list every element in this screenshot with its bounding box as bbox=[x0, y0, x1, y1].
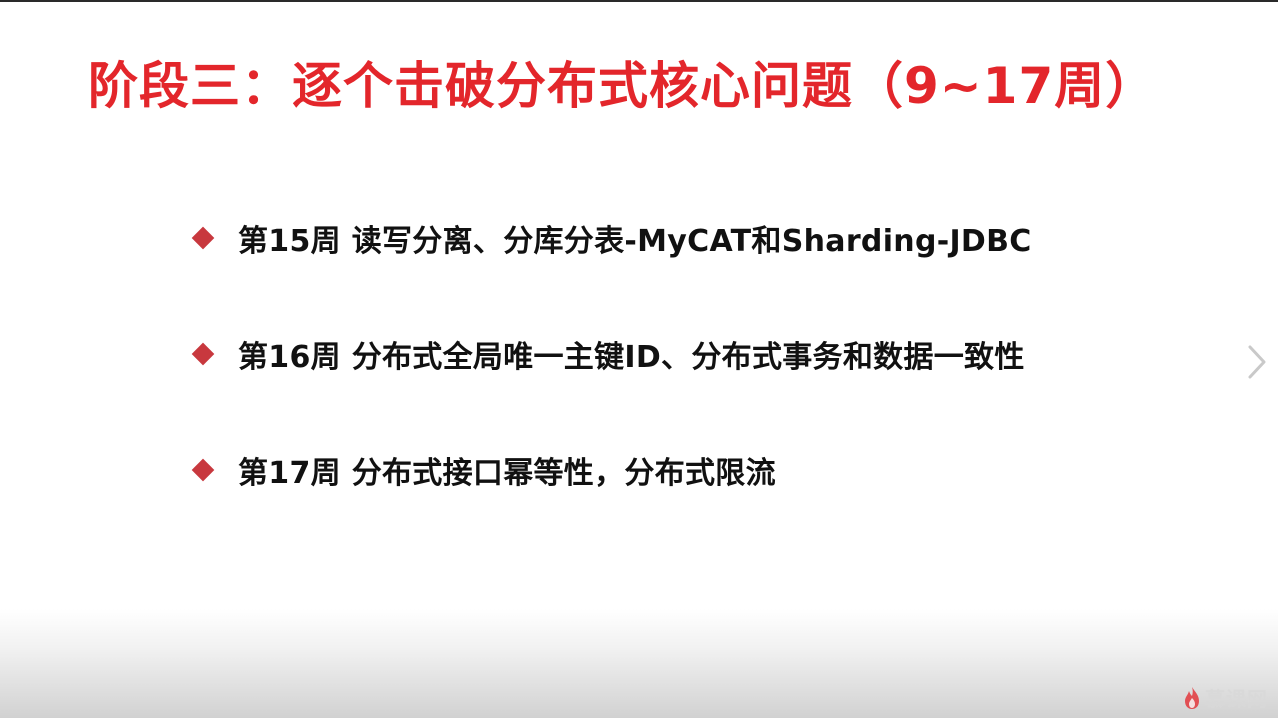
diamond-bullet-icon bbox=[191, 458, 215, 482]
slide-title: 阶段三：逐个击破分布式核心问题（9~17周） bbox=[88, 57, 1157, 115]
bullet-item-week-17: 第17周 分布式接口幂等性，分布式限流 bbox=[191, 442, 1032, 498]
bullet-list: 第15周 读写分离、分库分表-MyCAT和Sharding-JDBC 第16周 … bbox=[191, 210, 1032, 558]
watermark-text: 慕课网 bbox=[1205, 687, 1268, 711]
watermark: 慕课网 bbox=[1183, 683, 1268, 712]
diamond-bullet-icon bbox=[191, 226, 215, 250]
bullet-item-week-16: 第16周 分布式全局唯一主键ID、分布式事务和数据一致性 bbox=[191, 326, 1032, 382]
bullet-text: 第16周 分布式全局唯一主键ID、分布式事务和数据一致性 bbox=[238, 340, 1025, 375]
slide-viewer: 阶段三：逐个击破分布式核心问题（9~17周） 第15周 读写分离、分库分表-My… bbox=[0, 0, 1278, 718]
flame-icon bbox=[1185, 686, 1199, 709]
top-border bbox=[0, 0, 1278, 2]
bullet-text: 第17周 分布式接口幂等性，分布式限流 bbox=[238, 456, 776, 491]
bullet-text: 第15周 读写分离、分库分表-MyCAT和Sharding-JDBC bbox=[238, 224, 1032, 259]
diamond-bullet-icon bbox=[191, 342, 215, 366]
bottom-gradient-overlay bbox=[0, 608, 1278, 718]
next-slide-button[interactable] bbox=[1240, 340, 1274, 384]
chevron-right-icon bbox=[1248, 345, 1266, 379]
bullet-item-week-15: 第15周 读写分离、分库分表-MyCAT和Sharding-JDBC bbox=[191, 210, 1032, 266]
